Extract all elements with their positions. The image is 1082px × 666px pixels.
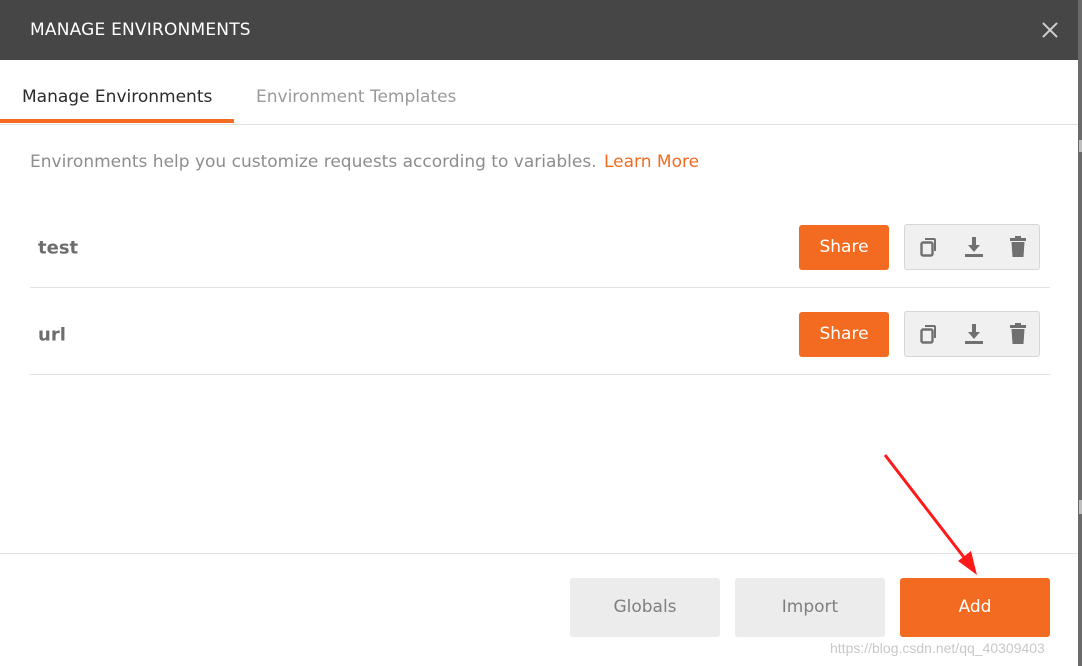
- learn-more-link[interactable]: Learn More: [604, 152, 699, 172]
- environment-actions: [904, 311, 1040, 357]
- footer-divider: [0, 553, 1078, 554]
- trash-icon[interactable]: [1006, 322, 1030, 346]
- environment-row[interactable]: test Share: [30, 200, 1050, 288]
- tab-bar: Manage Environments Environment Template…: [0, 60, 1078, 126]
- close-icon[interactable]: [1036, 16, 1064, 44]
- trash-icon[interactable]: [1006, 235, 1030, 259]
- environment-actions: [904, 224, 1040, 270]
- add-button[interactable]: Add: [900, 578, 1050, 637]
- share-button[interactable]: Share: [799, 312, 889, 357]
- environment-row[interactable]: url Share: [30, 287, 1050, 375]
- download-icon[interactable]: [962, 322, 986, 346]
- download-icon[interactable]: [962, 235, 986, 259]
- environment-name[interactable]: test: [38, 238, 78, 259]
- tab-divider: [0, 124, 1078, 125]
- dialog-header: MANAGE ENVIRONMENTS: [0, 0, 1078, 60]
- globals-button[interactable]: Globals: [570, 578, 720, 637]
- window-frame-edge: [1078, 0, 1082, 666]
- dialog-title: MANAGE ENVIRONMENTS: [30, 20, 251, 40]
- import-button[interactable]: Import: [735, 578, 885, 637]
- tab-manage-environments[interactable]: Manage Environments: [22, 87, 212, 107]
- info-text: Environments help you customize requests…: [30, 152, 597, 172]
- active-tab-indicator: [0, 119, 234, 123]
- duplicate-icon[interactable]: [917, 235, 941, 259]
- environment-name[interactable]: url: [38, 325, 66, 346]
- tab-environment-templates[interactable]: Environment Templates: [256, 87, 456, 107]
- share-button[interactable]: Share: [799, 225, 889, 270]
- duplicate-icon[interactable]: [917, 322, 941, 346]
- watermark: https://blog.csdn.net/qq_40309403: [830, 640, 1045, 656]
